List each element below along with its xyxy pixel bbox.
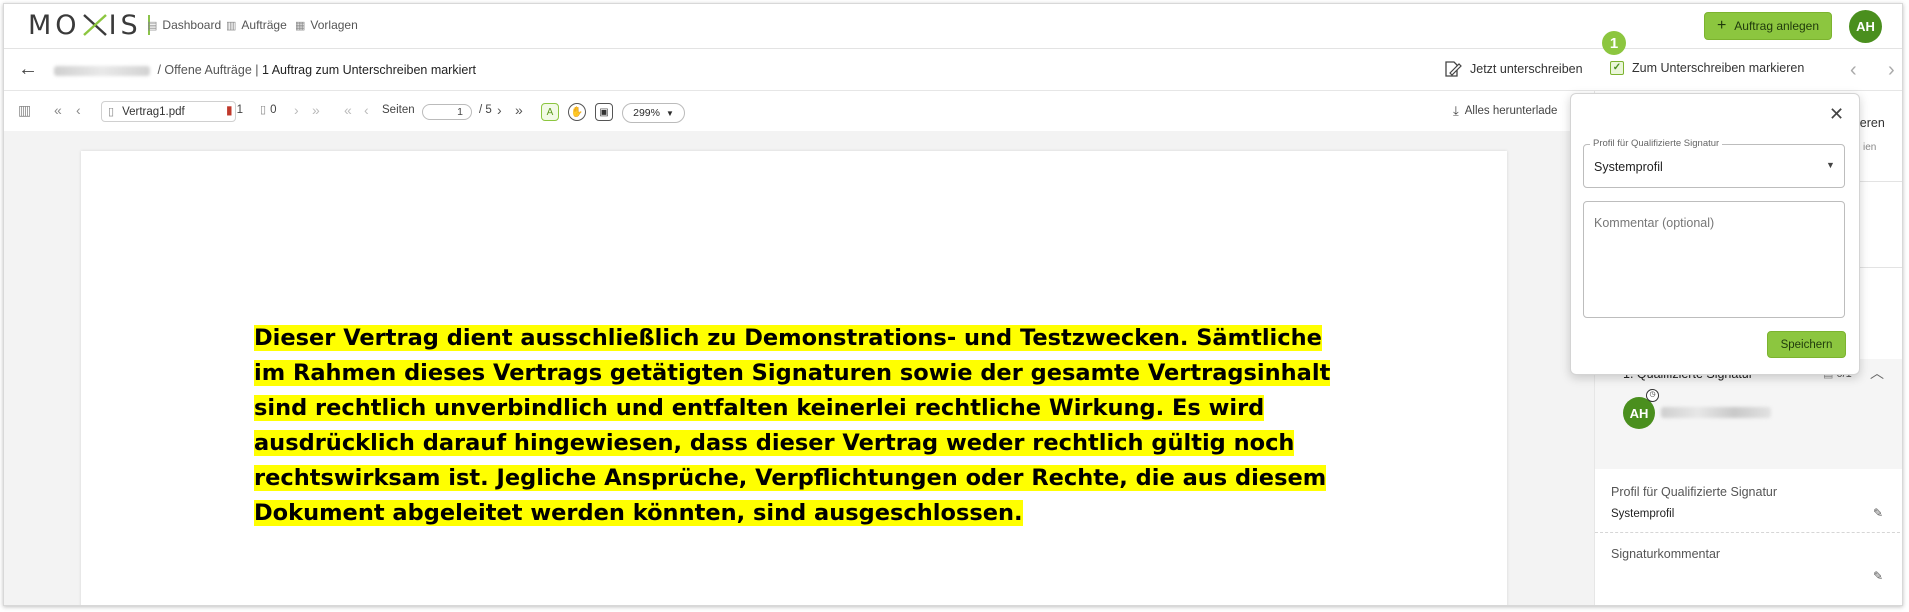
template-icon: ▦: [295, 19, 306, 32]
close-icon[interactable]: ✕: [1829, 104, 1844, 125]
next-arrow-icon[interactable]: ›: [1888, 59, 1895, 82]
profile-label: Profil für Qualifizierte Signatur: [1611, 485, 1778, 499]
attachment-count-value: 0: [270, 103, 277, 116]
step-number-badge: 1: [1602, 31, 1626, 55]
page-number-input[interactable]: 1: [422, 104, 472, 120]
mark-for-signing-toggle[interactable]: ✓ Zum Unterschreiben markieren: [1610, 61, 1804, 75]
zoom-select[interactable]: 299% ▼: [622, 103, 685, 123]
nav-dashboard-label: Dashboard: [162, 18, 222, 32]
chevron-down-icon: ▼: [1826, 160, 1835, 170]
stamp-tool-icon[interactable]: ▣: [595, 103, 613, 121]
filename: Vertrag1.pdf: [122, 105, 185, 118]
panel-divider: [1595, 532, 1902, 533]
previous-page-icon[interactable]: ‹: [364, 102, 369, 118]
panel-fragment-sub: ien: [1863, 142, 1877, 153]
breadcrumb: / Offene Aufträge | 1 Auftrag zum Unters…: [54, 63, 476, 77]
first-page-icon[interactable]: «: [344, 102, 352, 118]
file-selector[interactable]: ▯ Vertrag1.pdf: [101, 101, 236, 122]
sign-options-popover: ✕ Profil für Qualifizierte Signatur Syst…: [1570, 93, 1860, 375]
panel-fragment-top: ieren: [1857, 116, 1885, 130]
clock-icon: ◷: [1646, 389, 1659, 402]
first-document-icon[interactable]: «: [54, 102, 62, 118]
prev-arrow-icon[interactable]: ‹: [1850, 59, 1857, 82]
mark-for-signing-label: Zum Unterschreiben markieren: [1632, 61, 1805, 75]
signature-step-card[interactable]: 1. Qualifizierte Signatur ▤ 0/1 ︿ AH ◷: [1595, 359, 1902, 469]
pages-label: Seiten: [382, 104, 415, 116]
chevron-up-icon[interactable]: ︿: [1870, 363, 1884, 383]
signature-count-value: 1: [236, 104, 244, 116]
breadcrumb-section[interactable]: / Offene Aufträge |: [157, 63, 258, 77]
dashboard-icon: ▤: [147, 19, 158, 32]
logo-text-left: MO: [28, 9, 81, 41]
profile-select-legend: Profil für Qualifizierte Signatur: [1590, 138, 1723, 149]
user-avatar[interactable]: AH: [1849, 10, 1882, 43]
app-window: MO IS ▤ Dashboard ▥ Aufträge ▦ Vorlagen …: [3, 3, 1903, 606]
back-arrow-icon[interactable]: ←: [18, 58, 38, 81]
chevron-down-icon: ▼: [665, 108, 674, 118]
last-document-icon[interactable]: »: [312, 102, 320, 118]
page-number-input-wrap: 1: [422, 104, 472, 120]
sidebar-toggle-icon[interactable]: ▥: [18, 102, 31, 119]
nav-dashboard[interactable]: ▤ Dashboard: [147, 18, 221, 32]
comment-label: Signaturkommentar: [1611, 547, 1721, 561]
profile-value: Systemprofil: [1611, 508, 1675, 520]
edit-profile-pencil-icon[interactable]: ✎: [1873, 506, 1883, 520]
comment-textarea[interactable]: Kommentar (optional): [1583, 201, 1845, 318]
checkbox-checked-icon[interactable]: ✓: [1610, 61, 1624, 75]
edit-comment-pencil-icon[interactable]: ✎: [1873, 569, 1883, 583]
download-all-button[interactable]: ⤓ Alles herunterlade: [1453, 103, 1557, 119]
total-pages: / 5: [479, 104, 492, 116]
last-page-icon[interactable]: »: [515, 102, 523, 118]
plus-icon: +: [1716, 17, 1727, 34]
comment-placeholder: Kommentar (optional): [1594, 216, 1715, 230]
next-document-icon[interactable]: ›: [294, 102, 299, 118]
document-paragraph: Dieser Vertrag dient ausschließlich zu D…: [254, 325, 1331, 526]
nav-templates[interactable]: ▦ Vorlagen: [295, 18, 358, 32]
text-select-tool-icon[interactable]: A: [541, 103, 559, 121]
logo-text-right: IS: [108, 9, 142, 41]
download-icon: ⤓: [1453, 103, 1459, 118]
profile-select[interactable]: Profil für Qualifizierte Signatur System…: [1583, 138, 1845, 188]
sign-document-icon: [1445, 61, 1462, 77]
redacted-signer-name: [1661, 407, 1771, 418]
hand-pan-tool-icon[interactable]: ✋: [568, 103, 586, 121]
nav-orders-label: Aufträge: [241, 18, 287, 32]
attachment-count: ▯ 0: [260, 103, 277, 117]
document-icon: ▥: [226, 19, 237, 32]
zoom-value: 299%: [633, 107, 660, 119]
next-page-icon[interactable]: ›: [497, 102, 502, 118]
sign-now-label: Jetzt unterschreiben: [1470, 62, 1583, 76]
new-order-button[interactable]: + Auftrag anlegen: [1704, 12, 1832, 40]
highlighted-document-text: Dieser Vertrag dient ausschließlich zu D…: [254, 321, 1354, 531]
breadcrumb-current: 1 Auftrag zum Unterschreiben markiert: [261, 63, 476, 77]
nav-orders[interactable]: ▥ Aufträge: [226, 18, 287, 32]
moxis-logo[interactable]: MO IS: [28, 9, 150, 41]
signature-count: ▮ 1: [226, 103, 243, 117]
sign-now-button[interactable]: Jetzt unterschreiben: [1444, 61, 1583, 77]
nav-templates-label: Vorlagen: [310, 18, 358, 32]
new-order-label: Auftrag anlegen: [1734, 19, 1820, 33]
breadcrumb-bar: ← / Offene Aufträge | 1 Auftrag zum Unte…: [4, 49, 1902, 91]
file-icon: ▯: [108, 106, 115, 118]
signature-field-icon: ▮: [226, 103, 233, 117]
save-button[interactable]: Speichern: [1767, 331, 1846, 358]
download-all-label: Alles herunterlade: [1464, 105, 1558, 117]
profile-select-value: Systemprofil: [1594, 160, 1663, 174]
attachment-icon: ▯: [260, 104, 267, 116]
logo-x-icon: [82, 14, 107, 36]
redacted-crumb: [54, 65, 150, 76]
document-toolbar: ▥ « ‹ ▯ Vertrag1.pdf ▮ 1 ▯ 0 › » « ‹ Sei…: [4, 91, 1594, 131]
previous-document-icon[interactable]: ‹: [76, 102, 81, 118]
